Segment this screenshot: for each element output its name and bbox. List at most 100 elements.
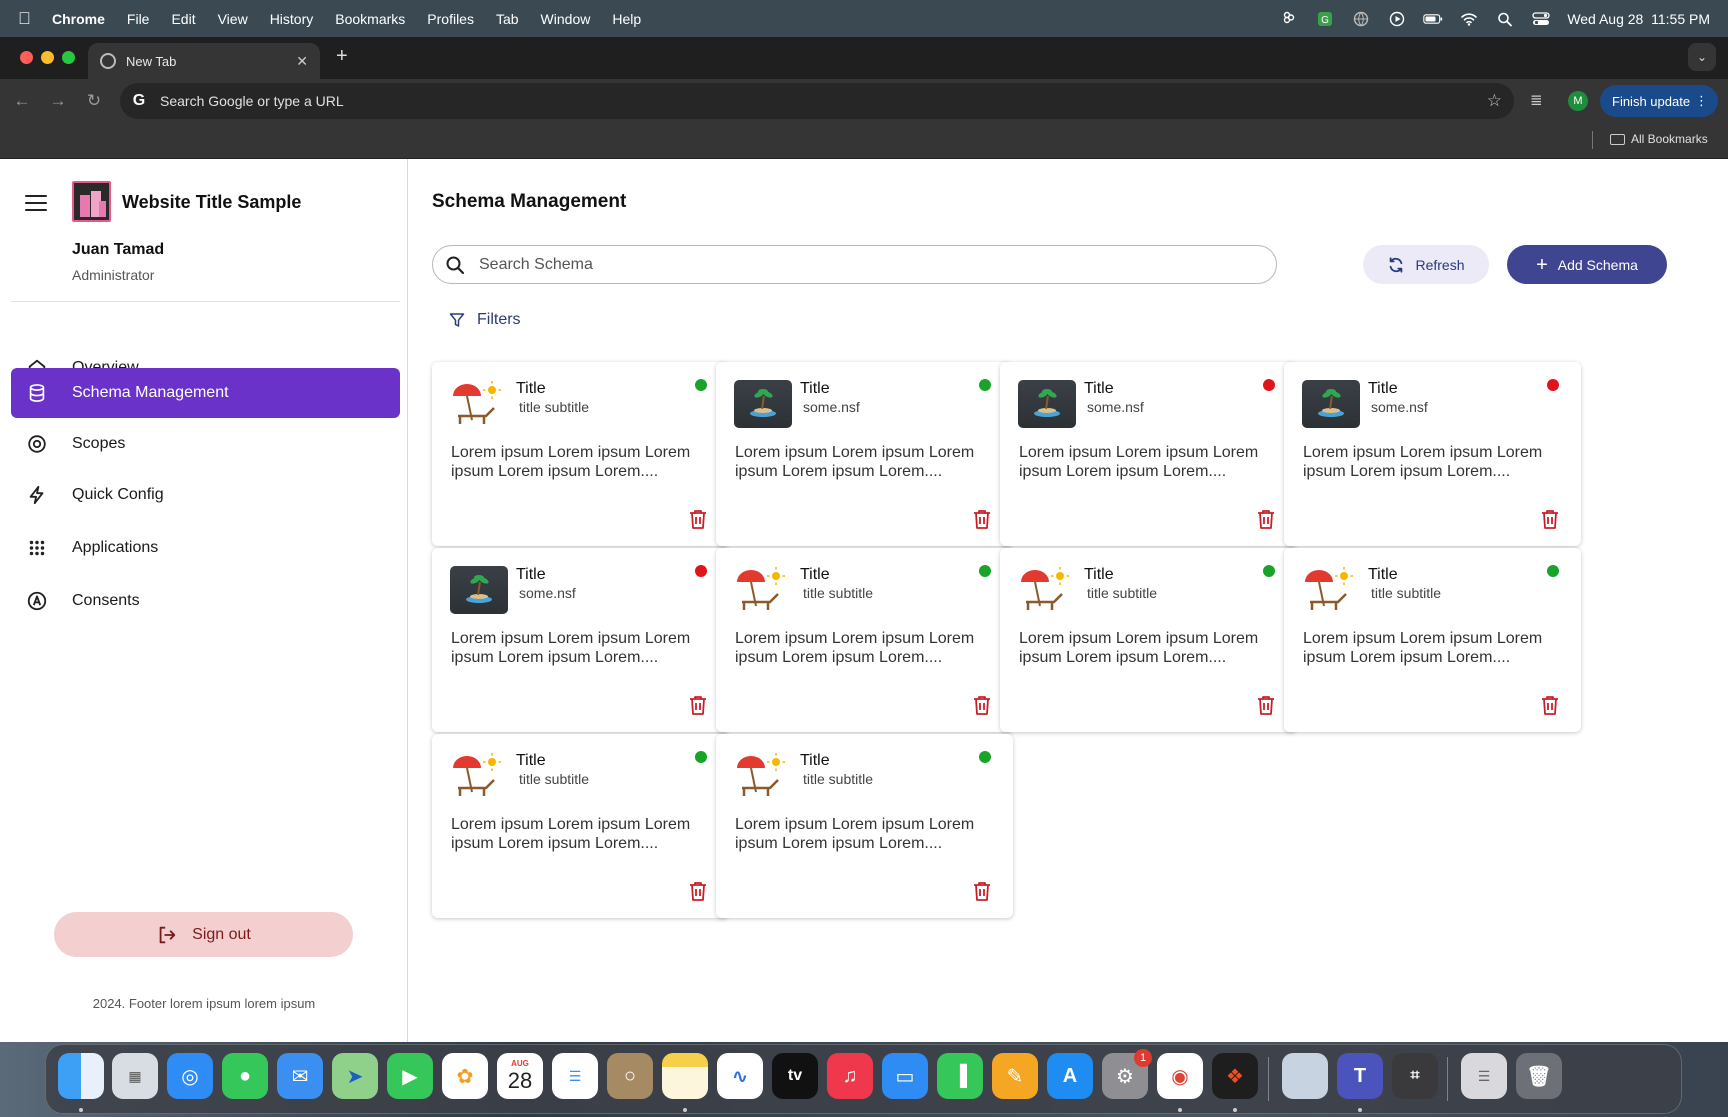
refresh-button[interactable]: Refresh	[1363, 245, 1489, 284]
schema-card[interactable]: Title some.nsf Lorem ipsum Lorem ipsum L…	[1000, 362, 1297, 546]
music-icon[interactable]: ♫	[827, 1053, 873, 1099]
bookmark-star-icon[interactable]: ☆	[1487, 91, 1502, 111]
schema-card[interactable]: Title title subtitle Lorem ipsum Lorem i…	[1284, 548, 1581, 732]
schema-card[interactable]: Title title subtitle Lorem ipsum Lorem i…	[432, 362, 729, 546]
filters-button[interactable]: Filters	[449, 311, 521, 329]
schema-card[interactable]: Title some.nsf Lorem ipsum Lorem ipsum L…	[432, 548, 729, 732]
new-tab-plus-icon[interactable]: +	[336, 45, 348, 68]
sign-out-button[interactable]: Sign out	[54, 912, 353, 957]
trash-icon[interactable]	[1539, 694, 1561, 716]
more-vertical-icon[interactable]: ⋮	[1695, 93, 1708, 109]
menu-window[interactable]: Window	[541, 11, 591, 27]
trash-icon[interactable]	[1255, 508, 1277, 530]
forward-arrow-icon[interactable]: →	[40, 91, 76, 111]
sidebar-item-quick-config[interactable]: Quick Config	[11, 470, 400, 520]
schema-card[interactable]: Title some.nsf Lorem ipsum Lorem ipsum L…	[716, 362, 1013, 546]
mail-icon[interactable]: ✉	[277, 1053, 323, 1099]
calculator-icon[interactable]: ⌗	[1392, 1053, 1438, 1099]
close-tab-icon[interactable]: ✕	[296, 53, 308, 70]
battery-icon[interactable]	[1423, 11, 1443, 27]
menu-profiles[interactable]: Profiles	[427, 11, 474, 27]
sidebar-item-schema-management[interactable]: Schema Management	[11, 368, 400, 418]
menubar-clock[interactable]: Wed Aug 28 11:55 PM	[1567, 11, 1710, 27]
trash-icon[interactable]	[687, 694, 709, 716]
schema-card[interactable]: Title title subtitle Lorem ipsum Lorem i…	[716, 548, 1013, 732]
teams-icon[interactable]: T	[1337, 1053, 1383, 1099]
preview-icon[interactable]	[1282, 1053, 1328, 1099]
trash-bin-icon[interactable]: 🗑	[1516, 1053, 1562, 1099]
menu-view[interactable]: View	[218, 11, 248, 27]
trash-icon[interactable]	[971, 880, 993, 902]
apple-menu-icon[interactable]: 	[18, 9, 48, 29]
profile-avatar[interactable]: M	[1568, 91, 1588, 111]
card-description: Lorem ipsum Lorem ipsum Lorem ipsum Lore…	[735, 630, 975, 666]
minimize-window-button[interactable]	[41, 51, 54, 64]
schema-card[interactable]: Title title subtitle Lorem ipsum Lorem i…	[432, 734, 729, 918]
finish-update-button[interactable]: Finish update ⋮	[1600, 85, 1718, 117]
card-subtitle: title subtitle	[1371, 585, 1442, 601]
photos-icon[interactable]: ✿	[442, 1053, 488, 1099]
menu-file[interactable]: File	[127, 11, 150, 27]
vpn-globe-icon[interactable]	[1351, 11, 1371, 27]
tv-icon[interactable]: tv	[772, 1053, 818, 1099]
freeform-icon[interactable]: ∿	[717, 1053, 763, 1099]
trash-icon[interactable]	[687, 880, 709, 902]
sidebar-item-applications[interactable]: Applications	[11, 523, 400, 573]
documents-stack-icon[interactable]: ☰	[1461, 1053, 1507, 1099]
tab-new-tab[interactable]: New Tab ✕	[88, 43, 320, 79]
sidebar-item-consents[interactable]: Consents	[11, 576, 400, 626]
calendar-icon[interactable]: AUG 28	[497, 1053, 543, 1099]
trash-icon[interactable]	[687, 508, 709, 530]
figma-status-icon[interactable]	[1279, 11, 1299, 27]
menu-bookmarks[interactable]: Bookmarks	[335, 11, 405, 27]
add-schema-button[interactable]: + Add Schema	[1507, 245, 1667, 284]
launchpad-icon[interactable]: ▦	[112, 1053, 158, 1099]
search-input[interactable]	[479, 255, 1259, 274]
chrome-icon[interactable]: ◉	[1157, 1053, 1203, 1099]
address-bar[interactable]: G Search Google or type a URL ☆	[120, 83, 1514, 119]
keynote-icon[interactable]: ▭	[882, 1053, 928, 1099]
status-dot-active	[695, 751, 707, 763]
control-center-icon[interactable]	[1531, 11, 1551, 27]
notes-icon[interactable]	[662, 1053, 708, 1099]
menu-app-name[interactable]: Chrome	[52, 11, 105, 27]
play-icon[interactable]	[1387, 11, 1407, 27]
menu-edit[interactable]: Edit	[171, 11, 195, 27]
safari-icon[interactable]: ◎	[167, 1053, 213, 1099]
reminders-icon[interactable]: ☰	[552, 1053, 598, 1099]
wifi-icon[interactable]	[1459, 11, 1479, 27]
pages-icon[interactable]: ✎	[992, 1053, 1038, 1099]
site-logo	[72, 181, 111, 222]
reading-list-icon[interactable]: ≣	[1530, 91, 1543, 109]
trash-icon[interactable]	[971, 508, 993, 530]
close-window-button[interactable]	[20, 51, 33, 64]
contacts-icon[interactable]: ○	[607, 1053, 653, 1099]
hamburger-menu-icon[interactable]	[25, 195, 47, 211]
reload-icon[interactable]: ↻	[76, 91, 112, 111]
schema-card[interactable]: Title some.nsf Lorem ipsum Lorem ipsum L…	[1284, 362, 1581, 546]
figma-icon[interactable]: ❖	[1212, 1053, 1258, 1099]
spotlight-search-icon[interactable]	[1495, 11, 1515, 27]
search-bar[interactable]	[432, 245, 1277, 284]
maps-icon[interactable]: ➤	[332, 1053, 378, 1099]
menu-history[interactable]: History	[270, 11, 314, 27]
finder-icon[interactable]	[58, 1053, 104, 1099]
trash-icon[interactable]	[971, 694, 993, 716]
zoom-window-button[interactable]	[62, 51, 75, 64]
back-arrow-icon[interactable]: ←	[4, 91, 40, 111]
tab-search-chevron-icon[interactable]: ⌄	[1688, 43, 1716, 71]
numbers-icon[interactable]: ▐	[937, 1053, 983, 1099]
app-status-icon[interactable]: G	[1315, 11, 1335, 27]
all-bookmarks-button[interactable]: All Bookmarks	[1610, 132, 1708, 146]
messages-icon[interactable]: ●	[222, 1053, 268, 1099]
sidebar-item-scopes[interactable]: Scopes	[11, 419, 400, 469]
menu-tab[interactable]: Tab	[496, 11, 519, 27]
system-settings-icon[interactable]: ⚙ 1	[1102, 1049, 1152, 1099]
trash-icon[interactable]	[1539, 508, 1561, 530]
schema-card[interactable]: Title title subtitle Lorem ipsum Lorem i…	[716, 734, 1013, 918]
facetime-icon[interactable]: ▶	[387, 1053, 433, 1099]
menu-help[interactable]: Help	[612, 11, 641, 27]
app-store-icon[interactable]: A	[1047, 1053, 1093, 1099]
trash-icon[interactable]	[1255, 694, 1277, 716]
schema-card[interactable]: Title title subtitle Lorem ipsum Lorem i…	[1000, 548, 1297, 732]
